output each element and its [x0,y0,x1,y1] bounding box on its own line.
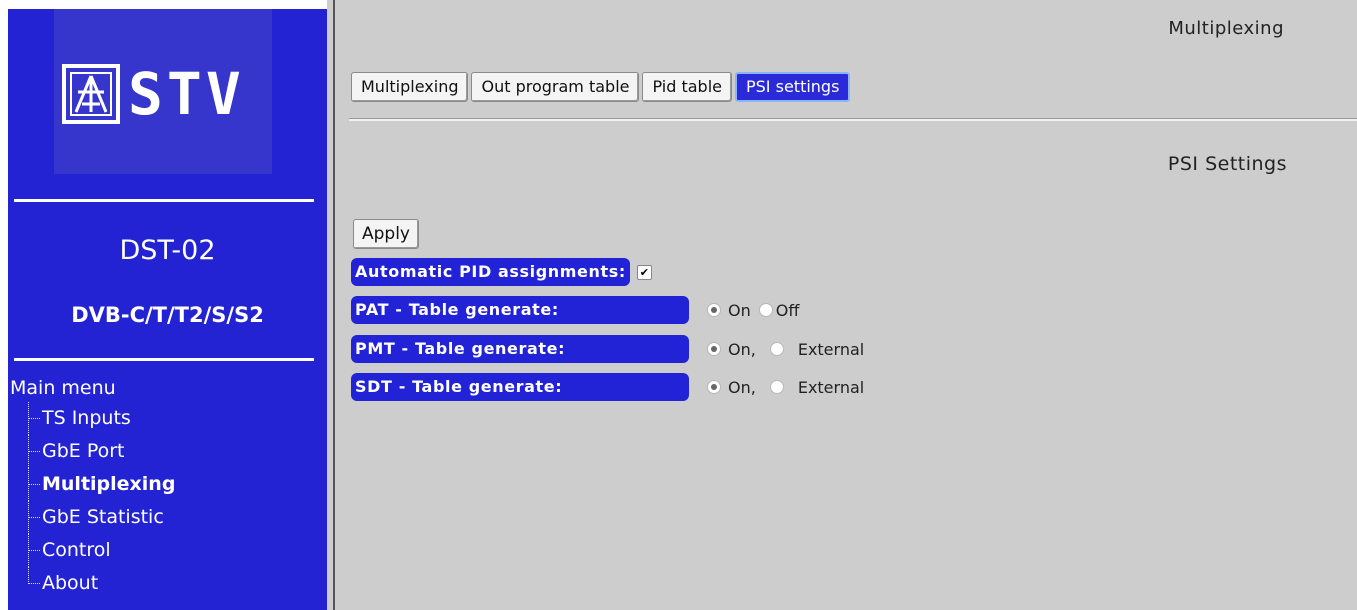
pat-options: On Off [707,301,807,320]
menu-item-label: Control [42,539,111,561]
section-title: PSI Settings [1167,153,1287,175]
menu-item-label: Multiplexing [42,473,176,495]
menu-item-gbe-statistic[interactable]: GbE Statistic [8,501,327,534]
tab-bar: Multiplexing Out program table Pid table… [351,72,851,102]
pmt-row: PMT - Table generate: On, External [351,333,872,365]
menu-item-control[interactable]: Control [8,534,327,567]
pmt-on-radio[interactable] [707,342,721,356]
tab-psi-settings[interactable]: PSI settings [735,72,851,102]
sdt-label: SDT - Table generate: [351,373,689,401]
pat-row: PAT - Table generate: On Off [351,294,807,326]
tab-multiplexing[interactable]: Multiplexing [351,72,469,102]
separator [14,199,314,202]
sidebar-panel: STV DST-02 DVB-C/T/T2/S/S2 Main menu TS … [8,9,327,610]
separator [14,358,314,361]
checkmark-icon: ✔ [639,265,649,279]
pmt-on-label: On, [728,339,756,359]
menu-item-about[interactable]: About [8,567,327,600]
auto-pid-row: Automatic PID assignments: ✔ [351,256,652,288]
menu-item-label: About [42,572,99,594]
sdt-on-label: On, [728,377,756,397]
sdt-external-label: External [797,377,865,397]
sdt-external-radio[interactable] [769,380,784,394]
sdt-row: SDT - Table generate: On, External [351,371,872,403]
page-title: Multiplexing [1168,18,1284,39]
pat-on-radio[interactable] [707,303,721,317]
menu-title: Main menu [10,377,116,399]
model-name: DST-02 [119,235,216,266]
apply-button[interactable]: Apply [353,219,419,249]
menu-item-ts-inputs[interactable]: TS Inputs [8,402,327,435]
auto-pid-label: Automatic PID assignments: [351,258,630,286]
menu-item-multiplexing[interactable]: Multiplexing [8,468,327,501]
tab-out-program-table[interactable]: Out program table [471,72,640,102]
menu-item-gbe-port[interactable]: GbE Port [8,435,327,468]
menu-item-label: GbE Statistic [42,506,164,528]
logo-text: STV [128,64,245,124]
auto-pid-checkbox[interactable]: ✔ [636,264,652,280]
divider [333,0,335,610]
pmt-external-radio[interactable] [769,342,784,356]
pmt-label: PMT - Table generate: [351,335,689,363]
stv-logo-icon: STV [62,64,245,124]
pat-label: PAT - Table generate: [351,296,689,324]
sdt-options: On, External [707,378,872,397]
sidebar: STV DST-02 DVB-C/T/T2/S/S2 Main menu TS … [0,0,327,610]
pat-off-radio[interactable] [758,303,773,317]
pmt-options: On, External [707,340,872,359]
pat-on-label: On [728,300,751,320]
pmt-external-label: External [797,339,865,359]
menu-item-label: TS Inputs [42,407,131,429]
model-standard: DVB-C/T/T2/S/S2 [71,303,264,327]
logo: STV [54,9,272,174]
main-menu: TS Inputs GbE Port Multiplexing GbE Stat… [8,402,327,600]
sdt-on-radio[interactable] [707,380,721,394]
tab-pid-table[interactable]: Pid table [642,72,732,102]
menu-item-label: GbE Port [42,440,125,462]
pat-off-label: Off [775,300,800,320]
horizontal-rule [349,118,1357,121]
